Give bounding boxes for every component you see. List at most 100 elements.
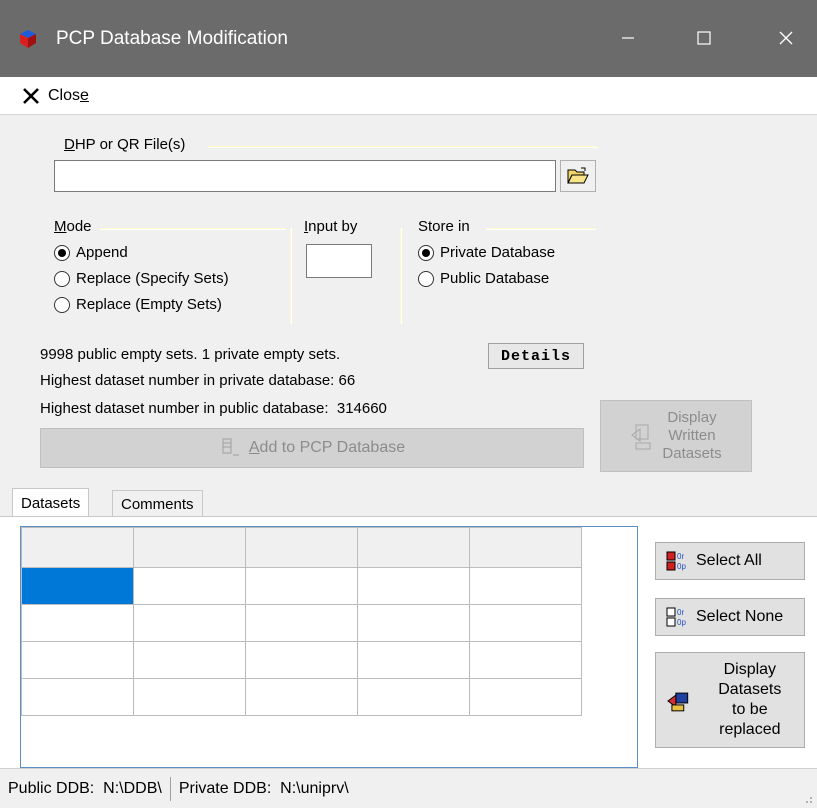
- grid-cell[interactable]: [245, 678, 358, 716]
- store-public-radio[interactable]: Public Database: [418, 270, 549, 287]
- private-ddb-status: Private DDB: N:\uniprv\: [178, 779, 349, 797]
- grid-header-cell[interactable]: [245, 527, 358, 568]
- file-path-input[interactable]: [54, 160, 556, 192]
- tab-datasets[interactable]: Datasets: [12, 488, 90, 518]
- public-highest-info: Highest dataset number in public databas…: [40, 400, 387, 417]
- title-bar: PCP Database Modification: [0, 0, 817, 77]
- divider: [290, 228, 292, 324]
- maximize-button[interactable]: [676, 12, 732, 64]
- radio-label: Public Database: [440, 270, 550, 287]
- grid-cell[interactable]: [133, 678, 246, 716]
- empty-sets-info: 9998 public empty sets. 1 private empty …: [40, 346, 341, 363]
- radio-label: Private Database: [440, 244, 556, 261]
- close-menu-label: Close: [48, 87, 89, 104]
- tab-comments[interactable]: Comments: [112, 490, 203, 518]
- table-row: [21, 641, 582, 679]
- grid-cell[interactable]: [357, 604, 470, 642]
- grid-cell[interactable]: [469, 567, 582, 605]
- grid-cell[interactable]: [21, 678, 134, 716]
- grid-header-cell[interactable]: [357, 527, 470, 568]
- table-row: [21, 678, 582, 716]
- status-bar: Public DDB: N:\DDB\ Private DDB: N:\unip…: [0, 768, 817, 808]
- grid-cell[interactable]: [21, 641, 134, 679]
- close-menu-item[interactable]: Close: [22, 83, 89, 109]
- divider: [400, 228, 402, 324]
- select-none-button[interactable]: 0r 0p Select None: [655, 598, 805, 636]
- grid-header-cell[interactable]: [133, 527, 246, 568]
- display-written-datasets-button[interactable]: Display Written Datasets: [600, 400, 752, 472]
- grid-cell[interactable]: [133, 641, 246, 679]
- tab-strip: Datasets Comments: [0, 484, 817, 518]
- divider: [486, 228, 596, 230]
- grid-header-cell[interactable]: [21, 527, 134, 568]
- input-by-field[interactable]: [306, 244, 372, 278]
- mode-append-radio[interactable]: Append: [54, 244, 128, 261]
- datasets-grid[interactable]: [20, 526, 638, 768]
- private-highest-info: Highest dataset number in private databa…: [40, 372, 356, 389]
- grid-cell[interactable]: [245, 567, 358, 605]
- public-ddb-status: Public DDB: N:\DDB\: [8, 779, 162, 797]
- grid-cell[interactable]: [469, 678, 582, 716]
- close-window-button[interactable]: [758, 12, 814, 64]
- table-row: [21, 604, 582, 642]
- details-button[interactable]: Details: [488, 343, 584, 369]
- written-datasets-icon: [631, 424, 651, 450]
- radio-circle: [418, 270, 434, 287]
- mode-replace-specify-radio[interactable]: Replace (Specify Sets): [54, 270, 229, 287]
- minimize-button[interactable]: [600, 12, 656, 64]
- add-to-pcp-database-button[interactable]: Add to PCP Database: [40, 428, 584, 468]
- add-database-icon: [222, 438, 239, 456]
- grid-cell[interactable]: [357, 641, 470, 679]
- display-datasets-to-be-replaced-button[interactable]: Display Datasets to be replaced: [655, 652, 805, 748]
- grid-cell[interactable]: [469, 604, 582, 642]
- svg-text:0r: 0r: [677, 608, 684, 617]
- radio-circle: [54, 244, 70, 261]
- display-written-label: Display Written Datasets: [662, 409, 722, 462]
- radio-dot: [422, 248, 430, 257]
- radio-circle: [54, 270, 70, 287]
- inputby-group-label: Input by: [304, 218, 358, 235]
- select-all-button[interactable]: 0r 0p Select All: [655, 542, 805, 580]
- maximize-icon: [697, 31, 711, 45]
- select-none-icon: 0r 0p: [666, 607, 686, 627]
- select-none-label: Select None: [696, 608, 784, 625]
- radio-dot: [58, 248, 66, 257]
- grid-cell[interactable]: [357, 567, 470, 605]
- grid-cell[interactable]: [133, 567, 246, 605]
- replace-datasets-icon: [667, 692, 689, 712]
- app-icon: [20, 30, 36, 48]
- grid-cell[interactable]: [245, 641, 358, 679]
- radio-label: Append: [76, 244, 128, 261]
- mode-replace-empty-radio[interactable]: Replace (Empty Sets): [54, 296, 222, 313]
- radio-circle: [418, 244, 434, 261]
- grid-header-row: [21, 527, 582, 568]
- browse-folder-button[interactable]: [560, 160, 596, 192]
- radio-label: Replace (Specify Sets): [76, 270, 229, 287]
- grid-cell[interactable]: [357, 678, 470, 716]
- grid-header-cell[interactable]: [469, 527, 582, 568]
- close-icon: [779, 31, 793, 45]
- radio-circle: [54, 296, 70, 313]
- x-icon: [23, 88, 39, 104]
- radio-label: Replace (Empty Sets): [76, 296, 222, 313]
- minimize-icon: [622, 37, 634, 39]
- svg-text:0r: 0r: [677, 552, 684, 561]
- resize-grip-icon[interactable]: [801, 792, 813, 804]
- mode-group-label: Mode: [54, 218, 92, 235]
- add-button-label: Add to PCP Database: [248, 439, 406, 456]
- store-group-label: Store in: [418, 218, 470, 235]
- menu-bar: Close: [0, 77, 817, 115]
- file-group-label: DHP or QR File(s): [64, 136, 186, 153]
- open-folder-icon: [567, 167, 589, 184]
- svg-text:0p: 0p: [677, 618, 686, 627]
- grid-cell[interactable]: [133, 604, 246, 642]
- grid-cell[interactable]: [469, 641, 582, 679]
- store-private-radio[interactable]: Private Database: [418, 244, 555, 261]
- grid-cell[interactable]: [245, 604, 358, 642]
- svg-text:0p: 0p: [677, 562, 686, 571]
- grid-cell-selected[interactable]: [21, 567, 134, 605]
- grid-cell[interactable]: [21, 604, 134, 642]
- table-row: [21, 567, 582, 605]
- select-all-icon: 0r 0p: [666, 551, 686, 571]
- window-title: PCP Database Modification: [56, 28, 288, 49]
